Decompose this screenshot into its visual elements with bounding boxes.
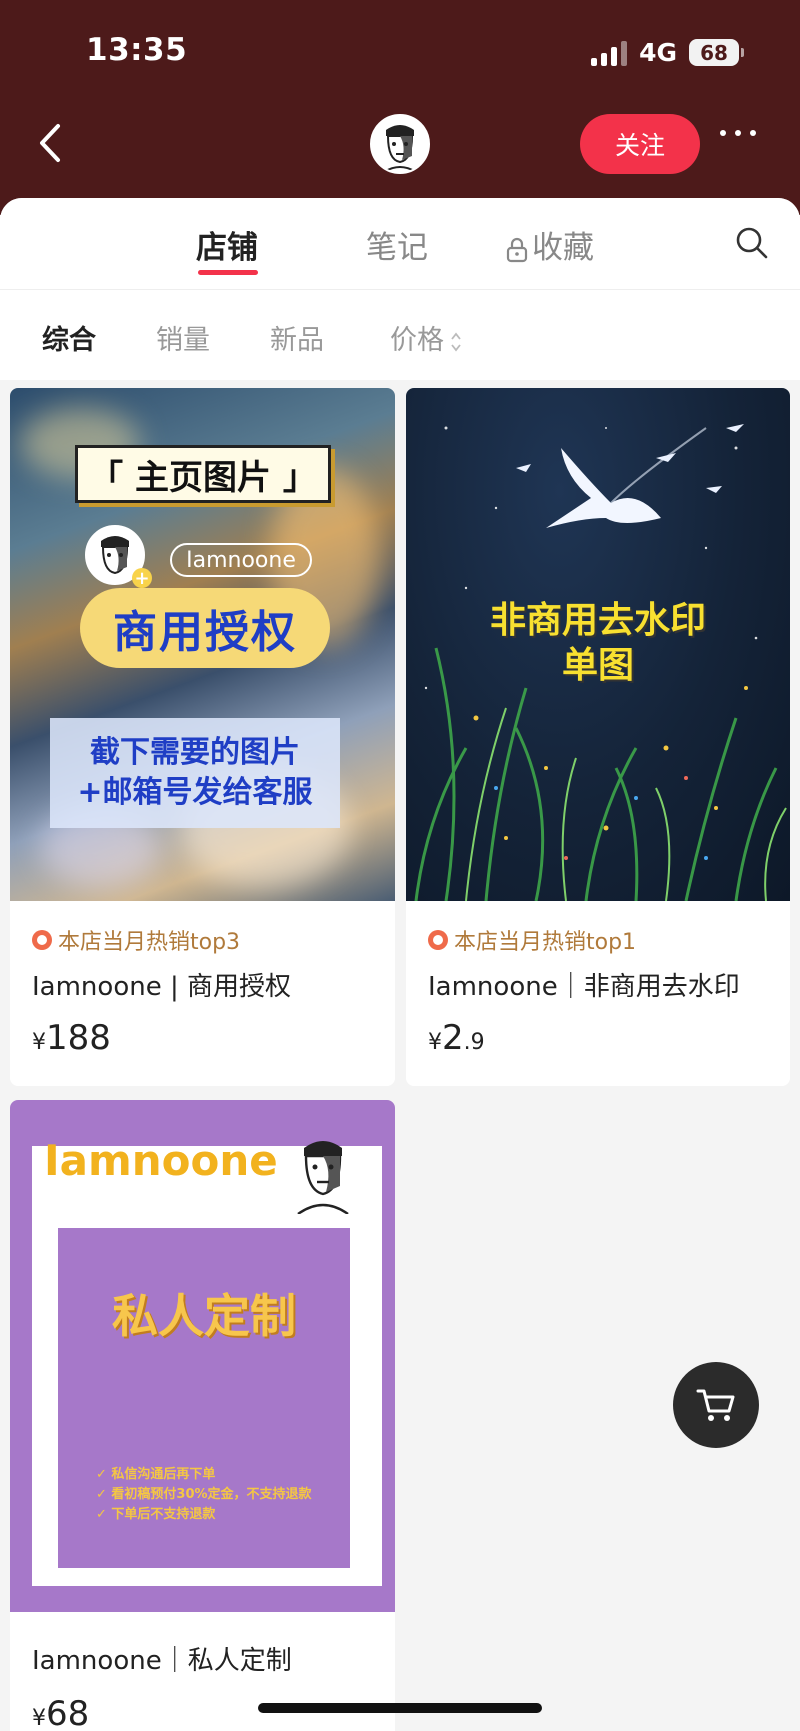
active-tab-indicator xyxy=(198,270,258,275)
image-handle: Iamnoone xyxy=(170,543,312,577)
product-price: ¥68 xyxy=(32,1694,90,1731)
product-card[interactable]: 非商用去水印 单图 本店当月热销top1 Iamnoone｜非商用去水印 ¥2.… xyxy=(406,388,790,1086)
shopping-cart-icon xyxy=(696,1389,735,1421)
network-label: 4G xyxy=(639,38,677,67)
product-image: 「 主页图片 」 + Iamnoone 商用授权 截下需要的图片 +邮箱号发给客… xyxy=(10,388,395,901)
hot-sale-tag: 本店当月热销top3 xyxy=(32,924,240,956)
tab-shop[interactable]: 店铺 xyxy=(196,222,258,267)
product-image: Iamnoone 私人定制 ✓ 私信沟通后再下单 ✓ 看初稿预付30%定金，不支… xyxy=(10,1100,395,1612)
image-instructions-line2: +邮箱号发给客服 xyxy=(77,775,313,810)
product-card[interactable]: 「 主页图片 」 + Iamnoone 商用授权 截下需要的图片 +邮箱号发给客… xyxy=(10,388,395,1086)
home-indicator[interactable] xyxy=(258,1703,542,1713)
tab-bar: 店铺 笔记 收藏 xyxy=(0,198,800,290)
alarm-icon xyxy=(32,930,52,950)
signal-icon xyxy=(591,40,628,66)
lock-icon xyxy=(506,237,528,262)
product-price: ¥188 xyxy=(32,1018,111,1058)
follow-button[interactable]: 关注 xyxy=(580,114,700,174)
image-headline: 商用授权 xyxy=(80,588,330,668)
filter-new[interactable]: 新品 xyxy=(270,318,324,357)
search-button[interactable] xyxy=(735,226,769,264)
face-avatar-icon xyxy=(372,116,428,172)
image-headline: 私人定制 xyxy=(112,1289,296,1343)
face-avatar-icon xyxy=(297,1141,349,1214)
image-notes: ✓ 私信沟通后再下单 ✓ 看初稿预付30%定金，不支持退款 ✓ 下单后不支持退款 xyxy=(96,1467,312,1523)
product-title: Iamnoone | 商用授权 xyxy=(32,972,291,1002)
hot-sale-text: 本店当月热销top3 xyxy=(58,930,241,955)
product-image: 非商用去水印 单图 xyxy=(406,388,790,901)
product-title: Iamnoone｜私人定制 xyxy=(32,1646,292,1676)
sort-arrows-icon xyxy=(451,332,461,351)
tab-favorites-label: 收藏 xyxy=(532,230,594,266)
hot-sale-text: 本店当月热销top1 xyxy=(454,930,637,955)
shop-header: 13:35 4G 68 关注 xyxy=(0,0,800,215)
search-icon xyxy=(736,227,768,259)
filter-price[interactable]: 价格 xyxy=(390,318,462,357)
status-bar-right: 4G 68 xyxy=(591,38,744,67)
back-button[interactable] xyxy=(30,118,70,168)
tab-favorites[interactable]: 收藏 xyxy=(506,222,594,267)
image-title: 非商用去水印 单图 xyxy=(489,600,706,686)
product-card[interactable]: Iamnoone 私人定制 ✓ 私信沟通后再下单 ✓ 看初稿预付30%定金，不支… xyxy=(10,1100,395,1731)
hot-sale-tag: 本店当月热销top1 xyxy=(428,924,636,956)
more-options-button[interactable] xyxy=(720,130,756,136)
product-title: Iamnoone｜非商用去水印 xyxy=(428,972,740,1002)
plus-icon: + xyxy=(132,568,152,589)
filter-bar: 综合 销量 新品 价格 xyxy=(0,290,800,380)
tab-notes[interactable]: 笔记 xyxy=(366,222,428,267)
shop-content: 店铺 笔记 收藏 综合 销量 新品 价格 「 主页图片 」 + Iamnoone… xyxy=(0,198,800,1731)
chevron-left-icon xyxy=(40,124,60,162)
shop-avatar[interactable] xyxy=(370,114,430,174)
product-price: ¥2.9 xyxy=(428,1018,485,1058)
filter-price-label: 价格 xyxy=(390,325,444,356)
cart-button[interactable] xyxy=(673,1362,759,1448)
image-instructions: 截下需要的图片 +邮箱号发给客服 xyxy=(50,718,340,828)
battery-icon: 68 xyxy=(689,39,744,66)
image-brand: Iamnoone xyxy=(44,1136,278,1185)
filter-sales[interactable]: 销量 xyxy=(156,318,210,357)
status-time: 13:35 xyxy=(86,32,188,68)
image-badge: 「 主页图片 」 xyxy=(75,445,331,503)
alarm-icon xyxy=(428,930,448,950)
filter-comprehensive[interactable]: 综合 xyxy=(42,318,96,357)
image-instructions-line1: 截下需要的图片 xyxy=(90,734,300,770)
battery-level: 68 xyxy=(689,39,739,66)
